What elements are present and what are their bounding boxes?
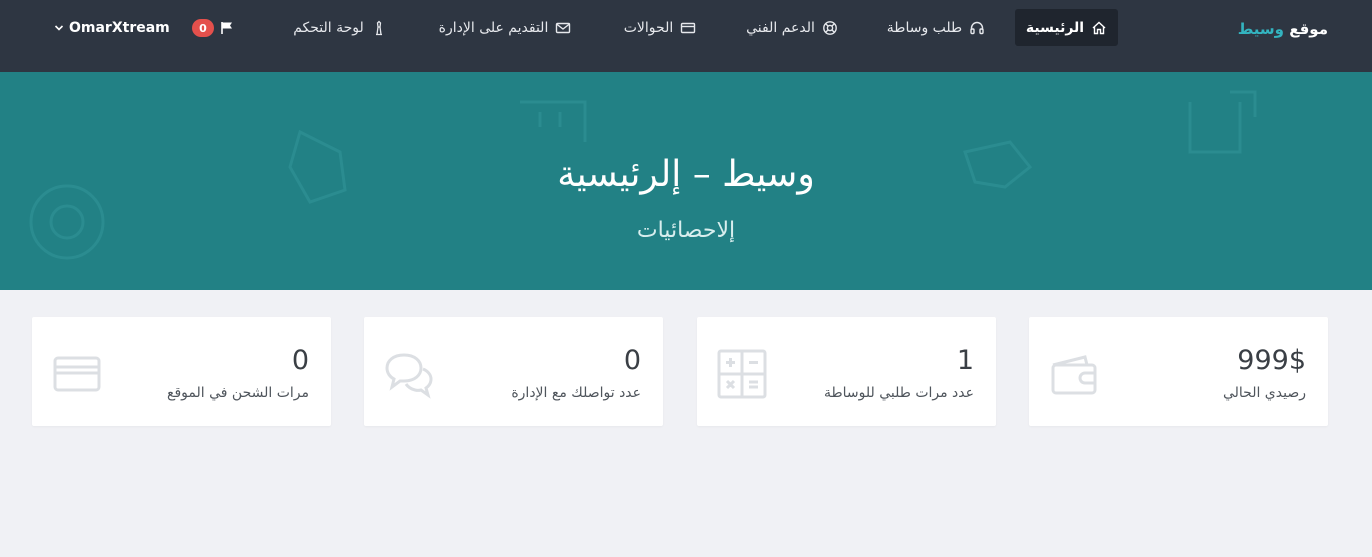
envelope-icon	[556, 22, 571, 33]
notification-count-badge: 0	[192, 19, 214, 37]
credit-card-icon	[53, 356, 101, 392]
stat-card-admin-contacts: 0 عدد تواصلك مع الإدارة	[364, 317, 663, 426]
nav-apply-admin-label: التقديم على الإدارة	[438, 19, 549, 36]
stat-card-mediation-requests: 1 عدد مرات طلبي للوساطة	[697, 317, 996, 426]
credit-card-icon	[681, 22, 696, 33]
notifications[interactable]: 0	[192, 18, 235, 38]
flag-icon	[221, 22, 232, 34]
stat-value: 999$	[1237, 345, 1306, 376]
stat-card-balance: 999$ رصيدي الحالي	[1029, 317, 1328, 426]
stat-label: عدد تواصلك مع الإدارة	[511, 385, 641, 401]
user-name: OmarXtream	[69, 20, 170, 36]
nav-home-label: الرئيسية	[1025, 19, 1085, 36]
calculator-icon	[717, 349, 767, 399]
nav-support[interactable]: الدعم الفني	[733, 9, 851, 46]
nav-dashboard-label: لوحة التحكم	[293, 19, 364, 36]
nav-transfers-label: الحوالات	[623, 19, 674, 36]
lifebuoy-icon	[822, 20, 837, 35]
nav-dashboard[interactable]: لوحة التحكم	[281, 9, 399, 46]
nav-support-label: الدعم الفني	[746, 19, 815, 36]
brand-accent: وسيط	[1237, 20, 1284, 38]
site-brand[interactable]: موقع وسيط	[1238, 18, 1328, 40]
chevron-down-icon	[54, 25, 64, 31]
stat-value: 1	[956, 345, 974, 376]
page-title: وسيط – إلرئيسية	[557, 154, 815, 195]
stat-value: 0	[623, 345, 641, 376]
headset-icon	[970, 21, 984, 34]
user-menu[interactable]: OmarXtream	[54, 17, 170, 39]
chess-icon	[375, 20, 382, 35]
top-navbar: موقع وسيط الرئيسية طلب وساطة الدعم الفني…	[0, 0, 1372, 72]
stat-card-topups: 0 مرات الشحن في الموقع	[32, 317, 331, 426]
home-icon	[1092, 21, 1106, 34]
nav-transfers[interactable]: الحوالات	[612, 9, 708, 46]
stat-value: 0	[291, 345, 309, 376]
stat-label: رصيدي الحالي	[1222, 385, 1306, 401]
chat-bubbles-icon	[385, 353, 433, 399]
nav-mediation-label: طلب وساطة	[886, 19, 963, 36]
stat-label: مرات الشحن في الموقع	[167, 385, 309, 401]
brand-prefix: موقع	[1289, 20, 1328, 38]
nav-apply-admin[interactable]: التقديم على الإدارة	[426, 9, 584, 46]
nav-home[interactable]: الرئيسية	[1015, 9, 1118, 46]
nav-mediation-request[interactable]: طلب وساطة	[876, 9, 996, 46]
wallet-icon	[1051, 355, 1097, 395]
stat-label: عدد مرات طلبي للوساطة	[823, 385, 974, 401]
page-subtitle: إلاحصائيات	[636, 218, 736, 243]
hero-banner: وسيط – إلرئيسية إلاحصائيات	[0, 72, 1372, 290]
